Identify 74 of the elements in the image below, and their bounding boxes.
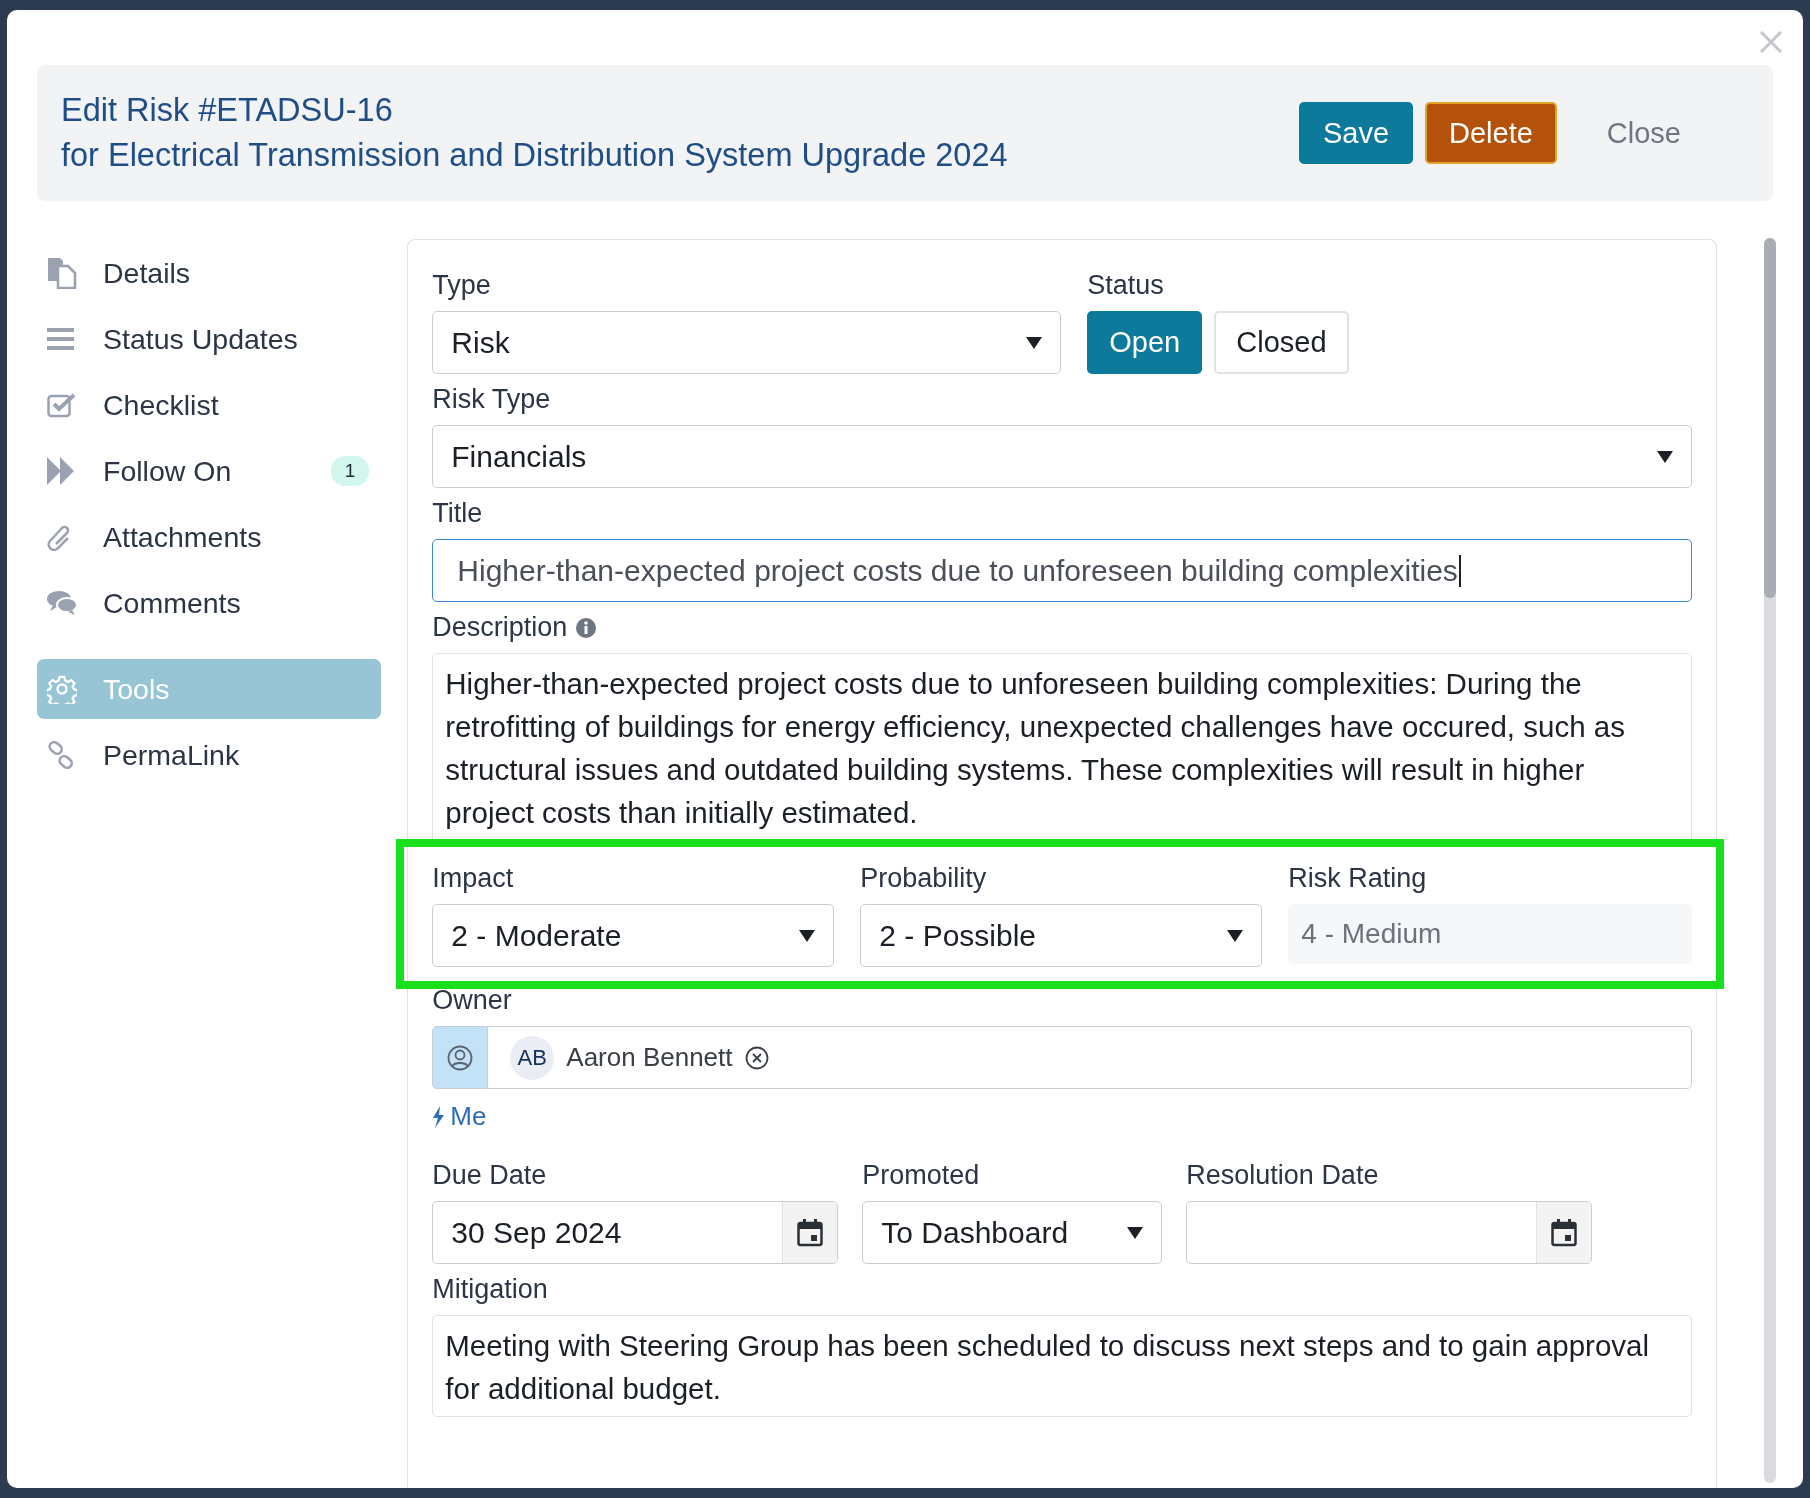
sidebar-label: Comments	[103, 586, 242, 620]
sidebar-label: Tools	[103, 672, 171, 706]
pages-icon	[47, 257, 77, 289]
chat-bubbles-icon	[47, 590, 78, 616]
caret-icon	[1657, 450, 1674, 463]
dialog-subtitle: for Electrical Transmission and Distribution System Upgrade 2024	[61, 137, 1009, 174]
calendar-icon	[1551, 1218, 1578, 1247]
field-label: Type	[432, 270, 492, 301]
caret-icon	[799, 929, 816, 942]
sidebar-item[interactable]: Comments	[37, 573, 382, 633]
checkbox-icon	[47, 392, 76, 418]
count-badge: 1	[330, 456, 370, 486]
field-label: Mitigation	[432, 1274, 549, 1305]
avatar: AB	[510, 1035, 555, 1080]
sidebar-item[interactable]: PermaLink	[37, 725, 382, 785]
field-label: Due Date	[432, 1160, 548, 1191]
sidebar-label: Checklist	[103, 388, 220, 422]
sidebar-item[interactable]: Details	[37, 243, 382, 303]
status-toggle[interactable]: Open	[1087, 311, 1203, 374]
remove-icon[interactable]	[744, 1045, 769, 1070]
sidebar-label: Status Updates	[103, 322, 299, 356]
title-input[interactable]: Higher-than-expected project costs due to unforeseen building complexities	[432, 539, 1693, 602]
sidebar-label: PermaLink	[103, 738, 241, 772]
caret-icon	[1227, 929, 1244, 942]
due-date-input[interactable]: 30 Sep 2024	[432, 1201, 839, 1264]
risk-type-select[interactable]: Financials	[432, 425, 1693, 488]
status-toggle[interactable]: Closed	[1214, 311, 1349, 374]
field-label: Impact	[432, 863, 515, 894]
sidebar-item[interactable]: Checklist	[37, 375, 382, 435]
field-label: Probability	[860, 863, 988, 894]
list-icon	[47, 328, 74, 350]
risk-rating-field: 4 - Medium	[1288, 904, 1693, 964]
sidebar-label: Attachments	[103, 520, 263, 554]
text-cursor	[1458, 554, 1461, 587]
field-label: Title	[432, 498, 484, 529]
promoted-select[interactable]: To Dashboard	[862, 1201, 1163, 1264]
sidebar-label: Follow On	[103, 454, 233, 488]
owner-name: Aaron Bennett	[566, 1042, 733, 1073]
field-label: Promoted	[862, 1160, 981, 1191]
field-label: Resolution Date	[1186, 1160, 1380, 1191]
close-icon[interactable]	[1759, 30, 1783, 54]
field-label: Status	[1087, 270, 1165, 301]
impact-select[interactable]: 2 - Moderate	[432, 904, 835, 967]
link-icon	[47, 741, 75, 769]
close-button[interactable]: Close	[1568, 102, 1719, 164]
user-icon	[447, 1044, 474, 1071]
dialog-title: Edit Risk #ETADSU-16	[61, 92, 394, 129]
assign-me-link[interactable]: Me	[432, 1101, 487, 1132]
fast-forward-icon	[47, 457, 74, 485]
field-label: Description	[432, 612, 568, 643]
type-select[interactable]: Risk	[432, 311, 1062, 374]
delete-button[interactable]: Delete	[1425, 102, 1557, 164]
info-icon[interactable]	[575, 616, 598, 639]
scrollbar[interactable]	[1764, 238, 1776, 1483]
field-label: Risk Rating	[1288, 863, 1428, 894]
field-label: Owner	[432, 985, 513, 1016]
scrollbar-thumb[interactable]	[1764, 238, 1776, 598]
paperclip-icon	[47, 523, 72, 551]
caret-icon	[1127, 1226, 1144, 1239]
person-button[interactable]	[432, 1026, 489, 1089]
lightning-icon	[432, 1105, 445, 1128]
sidebar-label: Details	[103, 256, 192, 290]
sidebar-item[interactable]: Follow On 1	[37, 441, 382, 501]
sidebar-item[interactable]: Attachments	[37, 507, 382, 567]
calendar-icon	[797, 1218, 824, 1247]
caret-icon	[1026, 336, 1043, 349]
mitigation-textarea[interactable]: Meeting with Steering Group has been scheduled to discuss next steps and to gain approval for additional budget.	[432, 1315, 1693, 1417]
settings-icon	[47, 674, 77, 704]
owner-field[interactable]: AB Aaron Bennett	[488, 1026, 1693, 1089]
save-button[interactable]: Save	[1298, 102, 1413, 164]
field-label: Risk Type	[432, 384, 552, 415]
resolution-date-input[interactable]	[1186, 1201, 1593, 1264]
sidebar-item[interactable]: Status Updates	[37, 309, 382, 369]
probability-select[interactable]: 2 - Possible	[860, 904, 1263, 967]
